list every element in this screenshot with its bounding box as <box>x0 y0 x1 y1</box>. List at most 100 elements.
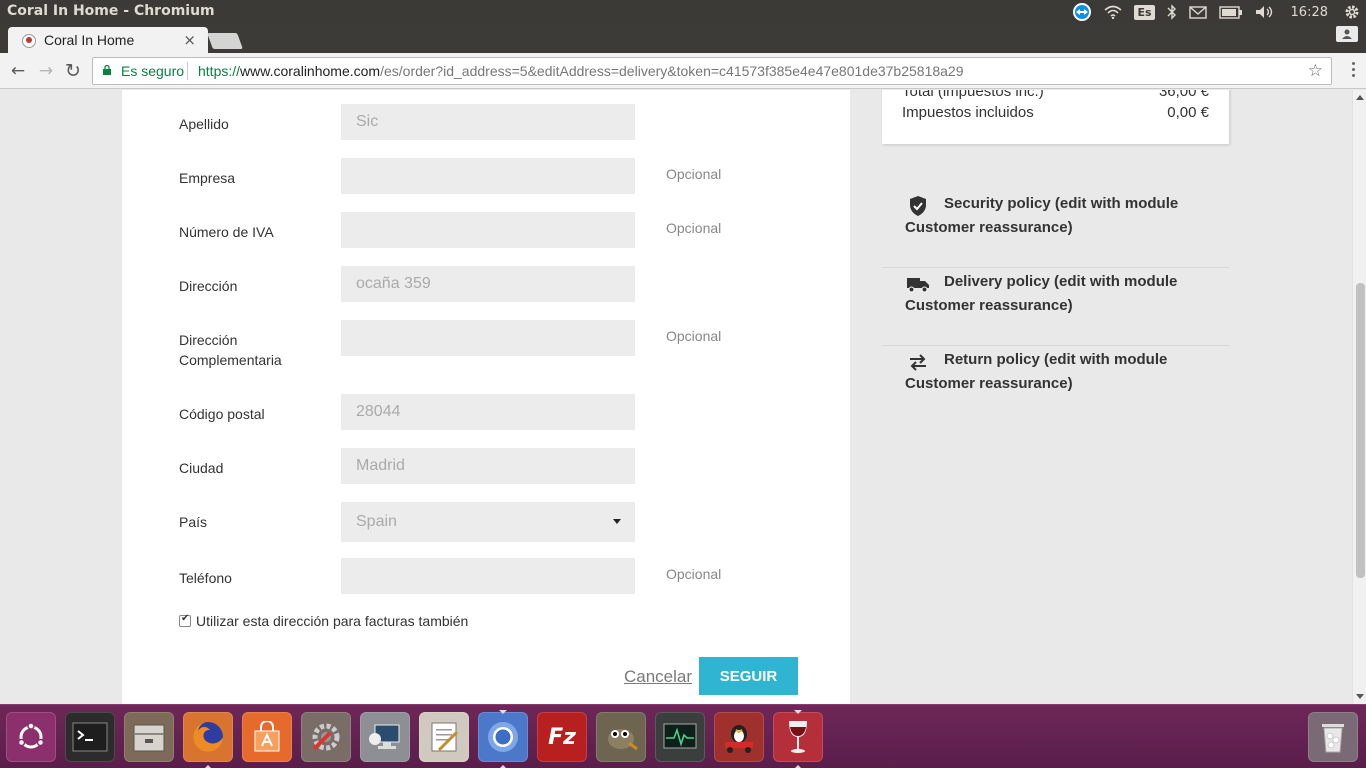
gear-icon[interactable] <box>1338 0 1366 24</box>
window-title: Coral In Home - Chromium <box>7 3 215 19</box>
system-tray: Es 16:28 <box>1066 0 1366 24</box>
mail-icon[interactable] <box>1183 0 1213 24</box>
page-scrollbar[interactable] <box>1352 90 1366 704</box>
text-editor-icon[interactable] <box>419 712 469 762</box>
tab-close-icon[interactable]: × <box>183 31 196 49</box>
keyboard-layout-indicator[interactable]: Es <box>1128 0 1160 24</box>
optional-label: Opcional <box>666 220 722 236</box>
clock[interactable]: 16:28 <box>1281 0 1338 24</box>
optional-label: Opcional <box>666 328 722 344</box>
url-scheme: https:// <box>198 63 241 79</box>
taxes-label: Impuestos incluidos <box>902 104 1034 121</box>
field-value: Spain <box>356 513 397 530</box>
field-value: Madrid <box>356 457 405 474</box>
summary-taxes-row: Impuestos incluidos 0,00 € <box>902 104 1209 121</box>
reassurance-text: Return policy (edit with module Customer… <box>905 351 1168 392</box>
use-for-invoice-label[interactable]: Utilizar esta dirección para facturas ta… <box>196 613 468 629</box>
gimp-icon[interactable] <box>596 712 646 762</box>
profile-button[interactable] <box>1336 26 1358 42</box>
field-value: Sic <box>356 113 379 130</box>
firefox-icon[interactable] <box>183 712 233 768</box>
page-viewport: Apellido Sic Empresa Opcional Número de … <box>0 90 1366 704</box>
chromium-icon[interactable] <box>478 710 528 768</box>
supertux-kart-icon[interactable] <box>714 712 764 762</box>
bookmark-star-icon[interactable]: ☆ <box>1308 61 1323 81</box>
lock-icon[interactable] <box>102 65 112 75</box>
reassurance-delivery: Delivery policy (edit with module Custom… <box>882 268 1229 346</box>
url-text[interactable]: https://www.coralinhome.com/es/order?id_… <box>198 63 964 79</box>
url-host: www.coralinhome.com <box>240 63 381 79</box>
forward-button[interactable]: → <box>36 61 56 81</box>
company-input[interactable] <box>341 158 635 194</box>
ubuntu-dash-icon[interactable] <box>6 712 56 762</box>
continue-button[interactable]: SEGUIR <box>699 657 798 695</box>
person-icon <box>1342 29 1352 39</box>
back-button[interactable]: ← <box>8 61 28 81</box>
site-favicon-icon <box>22 34 36 48</box>
city-input[interactable]: Madrid <box>341 448 635 484</box>
unity-launcher: Fz <box>0 704 1366 768</box>
tab-title: Coral In Home <box>44 32 135 48</box>
field-value: 28044 <box>356 403 401 420</box>
wine-icon[interactable] <box>773 710 823 768</box>
software-center-icon[interactable] <box>242 712 292 762</box>
address-input[interactable]: ocaña 359 <box>341 266 635 302</box>
use-for-invoice-checkbox[interactable] <box>179 613 191 627</box>
trash-icon[interactable] <box>1308 712 1358 762</box>
field-label: Dirección <box>179 278 238 294</box>
cancel-link[interactable]: Cancelar <box>624 667 692 687</box>
browser-toolbar: ← → ↻ Es seguro https://www.coralinhome.… <box>0 53 1366 89</box>
reload-button[interactable]: ↻ <box>63 60 83 82</box>
reassurance-security: Security policy (edit with module Custom… <box>882 190 1229 268</box>
scroll-down-icon[interactable] <box>1356 694 1364 699</box>
field-label: País <box>179 514 208 530</box>
use-for-invoice-row: Utilizar esta dirección para facturas ta… <box>179 613 468 629</box>
total-label: Total (impuestos inc.) <box>902 90 1044 100</box>
field-label: Ciudad <box>179 460 224 476</box>
country-select[interactable]: Spain <box>341 502 635 542</box>
files-icon[interactable] <box>124 712 174 762</box>
volume-icon[interactable] <box>1249 0 1281 24</box>
system-monitor-icon[interactable] <box>655 712 705 762</box>
terminal-icon[interactable] <box>65 712 115 762</box>
total-value: 36,00 € <box>1158 90 1209 100</box>
summary-total-row: Total (impuestos inc.) 36,00 € <box>902 90 1209 100</box>
secure-label[interactable]: Es seguro <box>121 63 184 79</box>
vat-number-input[interactable] <box>341 212 635 248</box>
cart-summary-card: Total (impuestos inc.) 36,00 € Impuestos… <box>882 90 1229 144</box>
scroll-thumb[interactable] <box>1356 283 1365 578</box>
field-value: ocaña 359 <box>356 275 431 292</box>
field-label: Número de IVA <box>179 224 274 240</box>
menu-dots-icon[interactable] <box>1352 62 1356 80</box>
running-indicator <box>794 710 802 714</box>
remote-desktop-icon[interactable] <box>360 712 410 762</box>
battery-icon[interactable] <box>1213 0 1249 24</box>
new-tab-button[interactable] <box>207 33 243 49</box>
running-indicator <box>499 710 507 714</box>
keyboard-layout-label: Es <box>1134 4 1155 20</box>
omnibox-separator <box>187 62 188 80</box>
reassurance-return: Return policy (edit with module Customer… <box>882 346 1229 424</box>
optional-label: Opcional <box>666 566 722 582</box>
field-label: Teléfono <box>179 570 232 586</box>
taxes-value: 0,00 € <box>1167 104 1209 121</box>
url-path: /es/order?id_address=5&editAddress=deliv… <box>380 63 964 79</box>
reassurance-text: Delivery policy (edit with module Custom… <box>905 273 1178 314</box>
system-settings-icon[interactable] <box>301 712 351 762</box>
teamviewer-icon[interactable] <box>1066 0 1098 24</box>
optional-label: Opcional <box>666 166 722 182</box>
bluetooth-icon[interactable] <box>1161 0 1183 24</box>
filezilla-icon[interactable]: Fz <box>537 712 587 762</box>
postcode-input[interactable]: 28044 <box>341 394 635 430</box>
filezilla-glyph: Fz <box>548 724 576 750</box>
scroll-up-icon[interactable] <box>1356 95 1364 100</box>
address2-input[interactable] <box>341 320 635 356</box>
tab-coral-in-home[interactable]: Coral In Home × <box>8 27 208 53</box>
wifi-icon[interactable] <box>1098 0 1128 24</box>
lastname-input[interactable]: Sic <box>341 104 635 140</box>
field-label: Apellido <box>179 116 229 132</box>
omnibox[interactable]: Es seguro https://www.coralinhome.com/es… <box>92 57 1332 85</box>
top-panel: Coral In Home - Chromium Es 16:28 <box>0 0 1366 24</box>
caret-down-icon <box>613 519 621 524</box>
phone-input[interactable] <box>341 558 635 594</box>
